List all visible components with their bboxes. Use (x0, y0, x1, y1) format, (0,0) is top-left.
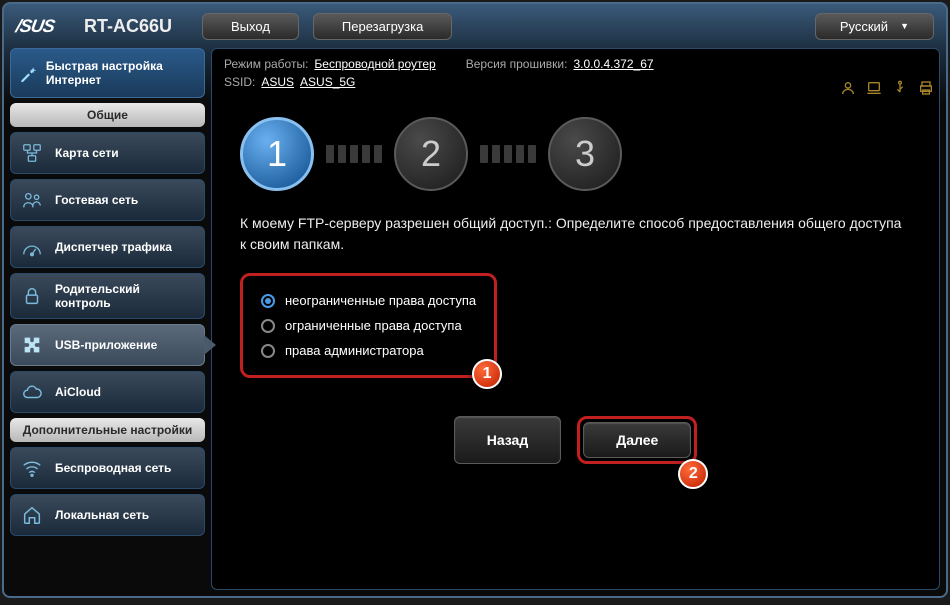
mode-label: Режим работы: (224, 57, 308, 71)
step-connector (480, 145, 536, 163)
sidebar-item-lan[interactable]: Локальная сеть (10, 494, 205, 536)
section-header-general: Общие (10, 103, 205, 127)
radio-icon (261, 344, 275, 358)
sidebar-item-guest-network[interactable]: Гостевая сеть (10, 179, 205, 221)
language-label: Русский (840, 19, 888, 34)
logout-button[interactable]: Выход (202, 13, 299, 40)
fw-value[interactable]: 3.0.0.4.372_67 (573, 57, 653, 71)
radio-icon (261, 294, 275, 308)
language-select[interactable]: Русский ▼ (815, 13, 934, 40)
annotation-badge-2: 2 (678, 459, 708, 489)
home-icon (19, 503, 45, 527)
sidebar-item-label: Родительский контроль (55, 282, 196, 310)
ssid-1[interactable]: ASUS (261, 75, 294, 89)
usb-status-icon[interactable] (892, 80, 908, 101)
quick-setup-button[interactable]: Быстрая настройка Интернет (10, 48, 205, 98)
network-map-icon (19, 141, 45, 165)
step-1: 1 (240, 117, 314, 191)
radio-label: неограниченные права доступа (285, 293, 476, 308)
sidebar-item-label: Карта сети (55, 146, 119, 160)
reboot-button[interactable]: Перезагрузка (313, 13, 452, 40)
next-highlight: Далее 2 (577, 416, 697, 464)
radio-limited-access[interactable]: ограниченные права доступа (261, 313, 476, 338)
sidebar-item-network-map[interactable]: Карта сети (10, 132, 205, 174)
sidebar-item-label: Локальная сеть (55, 508, 149, 522)
cloud-icon (19, 380, 45, 404)
step-2: 2 (394, 117, 468, 191)
next-button[interactable]: Далее (583, 422, 691, 458)
mode-value[interactable]: Беспроводной роутер (314, 57, 435, 71)
lock-icon (19, 284, 45, 308)
sidebar-item-label: Диспетчер трафика (55, 240, 172, 254)
wand-icon (19, 62, 38, 84)
traffic-icon (19, 235, 45, 259)
sidebar: Быстрая настройка Интернет Общие Карта с… (10, 48, 205, 590)
radio-label: права администратора (285, 343, 424, 358)
ssid-2[interactable]: ASUS_5G (300, 75, 355, 89)
quick-setup-label: Быстрая настройка Интернет (46, 59, 196, 87)
guest-network-icon (19, 188, 45, 212)
step-3: 3 (548, 117, 622, 191)
app-frame: /SUS RT-AC66U Выход Перезагрузка Русский… (2, 2, 948, 598)
sidebar-item-aicloud[interactable]: AiCloud (10, 371, 205, 413)
access-rights-group: неограниченные права доступа ограниченны… (240, 273, 497, 378)
sidebar-item-wireless[interactable]: Беспроводная сеть (10, 447, 205, 489)
lan-status-icon[interactable] (866, 80, 882, 101)
top-bar: /SUS RT-AC66U Выход Перезагрузка Русский… (4, 4, 946, 48)
model-name: RT-AC66U (84, 16, 172, 37)
user-status-icon[interactable] (840, 80, 856, 101)
sidebar-item-label: Беспроводная сеть (55, 461, 171, 475)
info-bar: Режим работы: Беспроводной роутер Версия… (212, 49, 939, 97)
sidebar-item-usb-application[interactable]: USB-приложение (10, 324, 205, 366)
chevron-down-icon: ▼ (900, 21, 909, 31)
status-icons (840, 80, 934, 101)
fw-label: Версия прошивки: (466, 57, 568, 71)
wizard-content: 1 2 3 К моему FTP-серверу разрешен общий… (212, 97, 939, 589)
radio-unlimited-access[interactable]: неограниченные права доступа (261, 288, 476, 313)
radio-icon (261, 319, 275, 333)
printer-status-icon[interactable] (918, 80, 934, 101)
puzzle-icon (19, 333, 45, 357)
step-connector (326, 145, 382, 163)
section-header-advanced: Дополнительные настройки (10, 418, 205, 442)
main-panel: Режим работы: Беспроводной роутер Версия… (211, 48, 940, 590)
ssid-label: SSID: (224, 75, 255, 89)
instruction-text: К моему FTP-серверу разрешен общий досту… (240, 213, 911, 255)
wizard-steps: 1 2 3 (240, 117, 911, 191)
brand-logo: /SUS (14, 16, 76, 36)
annotation-badge-1: 1 (472, 359, 502, 389)
sidebar-item-traffic-manager[interactable]: Диспетчер трафика (10, 226, 205, 268)
radio-admin-rights[interactable]: права администратора (261, 338, 476, 363)
wizard-actions: Назад Далее 2 (240, 416, 911, 464)
sidebar-item-label: Гостевая сеть (55, 193, 138, 207)
back-button[interactable]: Назад (454, 416, 562, 464)
sidebar-item-label: AiCloud (55, 385, 101, 399)
wifi-icon (19, 456, 45, 480)
sidebar-item-label: USB-приложение (55, 338, 157, 352)
radio-label: ограниченные права доступа (285, 318, 462, 333)
sidebar-item-parental-control[interactable]: Родительский контроль (10, 273, 205, 319)
